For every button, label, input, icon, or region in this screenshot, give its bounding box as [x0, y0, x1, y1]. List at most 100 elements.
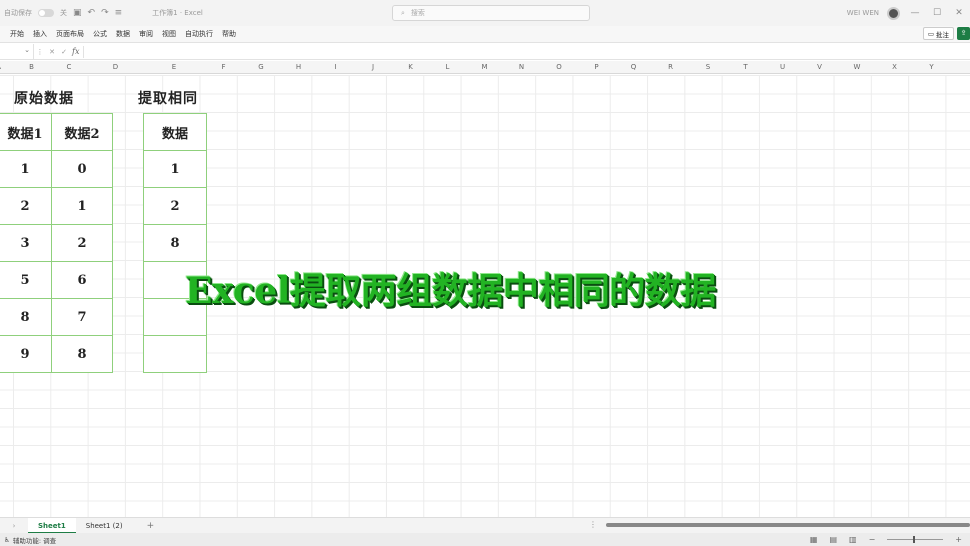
- name-box[interactable]: ⌄: [0, 44, 34, 59]
- autosave-state: 关: [60, 9, 67, 17]
- close-icon[interactable]: ✕: [952, 8, 966, 18]
- normal-view-icon[interactable]: ▦: [810, 535, 818, 544]
- share-button[interactable]: ⇪: [957, 27, 970, 40]
- cancel-icon[interactable]: ✕: [46, 48, 58, 56]
- column-header[interactable]: G: [242, 61, 280, 74]
- table-row: 56: [0, 261, 113, 299]
- sheet-tab-sheet1[interactable]: Sheet1: [28, 517, 76, 534]
- table-cell[interactable]: 8: [51, 335, 113, 373]
- minimize-icon[interactable]: —: [908, 8, 922, 18]
- column-header[interactable]: Y: [913, 61, 950, 74]
- column-header[interactable]: W: [838, 61, 876, 74]
- table-cell[interactable]: 9: [0, 335, 52, 373]
- undo-icon[interactable]: ↶: [88, 8, 96, 18]
- video-overlay-title: Excel提取两组数据中相同的数据: [185, 270, 716, 312]
- accessibility-status[interactable]: 辅助功能: 调查: [13, 535, 56, 545]
- customize-toolbar-icon[interactable]: ≡: [115, 8, 123, 18]
- enter-icon[interactable]: ✓: [58, 48, 70, 56]
- tab-insert[interactable]: 插入: [33, 29, 47, 39]
- column-header[interactable]: C: [50, 61, 88, 74]
- tab-home[interactable]: 开始: [10, 29, 24, 39]
- column-header[interactable]: E: [143, 61, 205, 74]
- table-cell[interactable]: 1: [143, 150, 207, 188]
- page-break-view-icon[interactable]: ▥: [849, 535, 857, 544]
- autosave-toggle[interactable]: [38, 9, 54, 17]
- column-header[interactable]: T: [727, 61, 764, 74]
- tab-formulas[interactable]: 公式: [93, 29, 107, 39]
- table-cell[interactable]: [143, 335, 207, 373]
- column-header[interactable]: X: [876, 61, 913, 74]
- column-header[interactable]: N: [503, 61, 540, 74]
- column-header[interactable]: Q: [615, 61, 652, 74]
- comments-button[interactable]: ▭ 批注: [922, 27, 954, 40]
- zoom-out-icon[interactable]: −: [869, 535, 876, 544]
- tab-view[interactable]: 视图: [162, 29, 176, 39]
- column-header[interactable]: P: [578, 61, 615, 74]
- more-options-icon[interactable]: ⋮: [34, 48, 46, 56]
- column-header[interactable]: U: [764, 61, 801, 74]
- column-header[interactable]: A: [0, 61, 13, 74]
- restore-icon[interactable]: ☐: [930, 8, 944, 18]
- table-cell[interactable]: 1: [0, 150, 52, 188]
- table-cell[interactable]: 8: [143, 224, 207, 262]
- avatar[interactable]: [887, 6, 900, 20]
- zoom-slider[interactable]: [887, 536, 944, 543]
- table-row: 8: [143, 224, 207, 262]
- search-box[interactable]: ⌕ 搜索: [392, 5, 590, 21]
- page-layout-view-icon[interactable]: ▤: [829, 535, 837, 544]
- table-cell[interactable]: 3: [0, 224, 52, 262]
- column-header[interactable]: K: [392, 61, 429, 74]
- tab-help[interactable]: 帮助: [222, 29, 236, 39]
- column-header[interactable]: R: [652, 61, 689, 74]
- column-header[interactable]: J: [354, 61, 392, 74]
- table-cell[interactable]: 2: [143, 187, 207, 225]
- table-row: 32: [0, 224, 113, 262]
- table-header-cell[interactable]: 数据1: [0, 113, 52, 151]
- comment-icon: ▭: [927, 29, 934, 38]
- column-header[interactable]: D: [88, 61, 143, 74]
- column-header[interactable]: H: [280, 61, 317, 74]
- user-name[interactable]: WEI WEN: [847, 9, 879, 17]
- extract-same-heading: 提取相同: [138, 91, 198, 107]
- column-header[interactable]: V: [801, 61, 838, 74]
- tab-page-layout[interactable]: 页面布局: [56, 29, 84, 39]
- chevron-down-icon[interactable]: ⌄: [24, 46, 30, 54]
- table-cell[interactable]: 5: [0, 261, 52, 299]
- table-cell[interactable]: 7: [51, 298, 113, 336]
- table-row: [143, 335, 207, 373]
- column-header[interactable]: I: [317, 61, 354, 74]
- tab-automate[interactable]: 自动执行: [185, 29, 213, 39]
- table-header-cell[interactable]: 数据2: [51, 113, 113, 151]
- column-header[interactable]: L: [429, 61, 466, 74]
- zoom-in-icon[interactable]: +: [955, 535, 962, 544]
- column-header[interactable]: M: [466, 61, 503, 74]
- scroll-split-handle[interactable]: ⋮: [589, 517, 597, 533]
- insert-function-icon[interactable]: fx: [72, 47, 79, 56]
- redo-icon[interactable]: ↷: [101, 8, 109, 18]
- tab-review[interactable]: 审阅: [139, 29, 153, 39]
- table-header-cell[interactable]: 数据: [143, 113, 207, 151]
- table-cell[interactable]: 1: [51, 187, 113, 225]
- table-cell[interactable]: 2: [51, 224, 113, 262]
- column-header[interactable]: B: [13, 61, 50, 74]
- formula-bar: ⌄ ⋮ ✕ ✓ fx: [0, 44, 970, 60]
- column-header[interactable]: O: [540, 61, 578, 74]
- table-cell[interactable]: 6: [51, 261, 113, 299]
- sheet-nav-icon[interactable]: ›: [0, 522, 28, 530]
- table-cell[interactable]: 8: [0, 298, 52, 336]
- horizontal-scrollbar[interactable]: [606, 523, 970, 527]
- extract-data-table: 数据 1 2 8: [143, 113, 207, 373]
- title-bar: 自动保存 关 ▣ ↶ ↷ ≡ 工作簿1 · Excel ⌕ 搜索 WEI WEN…: [0, 0, 970, 26]
- autosave-label: 自动保存: [4, 9, 32, 17]
- share-icon: ⇪: [960, 29, 967, 37]
- table-cell[interactable]: 0: [51, 150, 113, 188]
- sheet-tab-sheet1-copy[interactable]: Sheet1 (2): [76, 518, 133, 534]
- table-cell[interactable]: 2: [0, 187, 52, 225]
- column-header[interactable]: F: [205, 61, 242, 74]
- add-sheet-icon[interactable]: +: [147, 521, 155, 531]
- column-header[interactable]: S: [689, 61, 727, 74]
- save-icon[interactable]: ▣: [73, 8, 82, 18]
- document-title: 工作簿1 · Excel: [152, 9, 203, 17]
- accessibility-icon: ♿: [4, 535, 10, 544]
- tab-data[interactable]: 数据: [116, 29, 130, 39]
